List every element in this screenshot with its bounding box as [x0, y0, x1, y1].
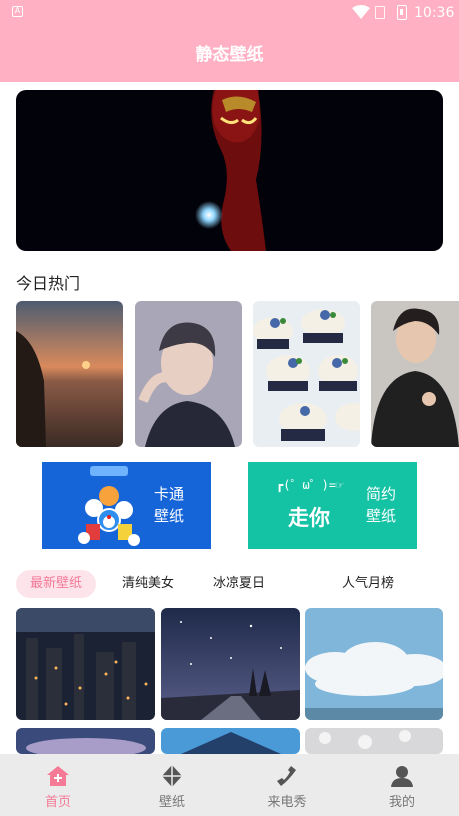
doraemon-art	[78, 466, 140, 546]
status-time: 10:36	[414, 5, 455, 21]
nav-me[interactable]: 我的	[362, 754, 442, 816]
promo-simple-line1: 简约	[366, 485, 397, 503]
banner-art	[195, 90, 266, 251]
wallpaper-clouds[interactable]	[305, 608, 443, 720]
banner-image[interactable]	[16, 90, 443, 251]
tab-latest[interactable]: 最新壁纸	[16, 570, 97, 598]
nav-me-label: 我的	[388, 795, 415, 810]
tab-cool-summer[interactable]: 冰凉夏日	[213, 570, 265, 598]
notification-icon: A	[12, 6, 23, 17]
page-title: 静态壁纸	[195, 45, 264, 65]
wallpaper-city-night[interactable]	[16, 608, 155, 720]
tab-pure-beauty[interactable]: 清纯美女	[122, 570, 174, 598]
cupcakes-image	[253, 301, 360, 447]
sunset-image	[16, 301, 123, 447]
city-night-image	[16, 608, 155, 720]
bottom-nav: 首页 壁纸 来电秀 我的	[0, 754, 459, 816]
hot-section-title: 今日热门	[16, 274, 81, 293]
status-bar: A 10:36	[0, 0, 459, 26]
wifi-icon	[352, 5, 370, 19]
clouds-image	[305, 608, 443, 720]
home-icon	[47, 766, 69, 786]
promo-cartoon-label: 卡通 壁纸	[154, 483, 184, 527]
temple-image	[161, 728, 300, 754]
nav-wallpaper-label: 壁纸	[158, 795, 185, 810]
user-icon	[391, 766, 413, 787]
promo-simple-art: 走你	[288, 506, 330, 530]
promo-cartoon[interactable]: 卡通 壁纸	[42, 462, 211, 549]
nav-home-label: 首页	[44, 795, 71, 810]
tab-monthly-popular[interactable]: 人气月榜	[342, 570, 394, 598]
nav-wallpaper[interactable]: 壁纸	[132, 754, 212, 816]
galaxy-image	[16, 728, 155, 754]
wallpaper-icon	[162, 765, 182, 787]
promo-simple-label: 简约 壁纸	[366, 483, 396, 527]
hot-card-portrait-2[interactable]	[371, 301, 459, 447]
hot-card-portrait-1[interactable]	[135, 301, 242, 447]
sim-icon	[375, 6, 385, 19]
nav-call-show-label: 来电秀	[267, 795, 307, 810]
wallpaper-temple[interactable]	[161, 728, 300, 754]
wallpaper-galaxy[interactable]	[16, 728, 155, 754]
nav-call-show[interactable]: 来电秀	[247, 754, 327, 816]
hot-card-cupcakes[interactable]	[253, 301, 360, 447]
promo-simple-face: ┏(゜ω゜)=☞	[276, 478, 344, 492]
hot-card-sunset[interactable]	[16, 301, 123, 447]
wallpaper-starry-road[interactable]	[161, 608, 300, 720]
promo-cartoon-line2: 壁纸	[154, 507, 185, 525]
portrait-image-2	[371, 301, 459, 447]
nav-home[interactable]: 首页	[18, 754, 98, 816]
app-header: A 10:36 静态壁纸	[0, 0, 459, 82]
promo-simple-line2: 壁纸	[366, 507, 397, 525]
promo-simple[interactable]: ┏(゜ω゜)=☞ 走你 简约 壁纸	[248, 462, 417, 549]
portrait-image	[135, 301, 242, 447]
starry-road-image	[161, 608, 300, 720]
blossom-image	[305, 728, 443, 754]
wallpaper-blossom[interactable]	[305, 728, 443, 754]
promo-cartoon-line1: 卡通	[154, 485, 185, 503]
phone-icon	[277, 766, 296, 786]
battery-icon	[397, 5, 407, 20]
